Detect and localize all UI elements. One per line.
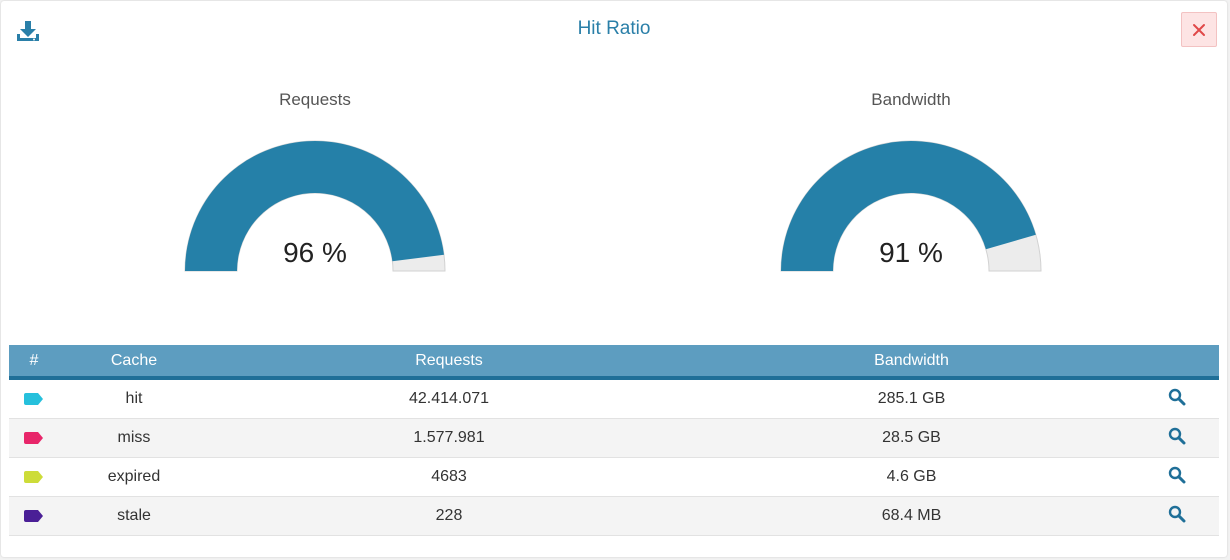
cache-color-tag bbox=[9, 378, 59, 419]
header-actions bbox=[1134, 345, 1219, 380]
search-icon[interactable] bbox=[1168, 505, 1186, 528]
modal-title: Hit Ratio bbox=[577, 18, 651, 39]
cache-color-tag bbox=[9, 418, 59, 458]
tag-icon bbox=[24, 393, 43, 405]
search-icon[interactable] bbox=[1168, 427, 1186, 450]
bandwidth-value: 4.6 GB bbox=[689, 457, 1134, 497]
requests-value: 4683 bbox=[209, 457, 689, 497]
table-row: stale 228 68.4 MB bbox=[9, 496, 1219, 536]
cache-name: miss bbox=[59, 418, 209, 458]
bandwidth-value: 285.1 GB bbox=[689, 378, 1134, 419]
search-icon[interactable] bbox=[1168, 388, 1186, 411]
table-header-row: # Cache Requests Bandwidth bbox=[9, 345, 1219, 380]
table-row: expired 4683 4.6 GB bbox=[9, 457, 1219, 497]
requests-value: 228 bbox=[209, 496, 689, 536]
row-action bbox=[1134, 496, 1219, 536]
row-action bbox=[1134, 457, 1219, 497]
header-requests: Requests bbox=[209, 345, 689, 380]
table-row: miss 1.577.981 28.5 GB bbox=[9, 418, 1219, 458]
close-icon bbox=[1193, 23, 1205, 36]
row-action bbox=[1134, 418, 1219, 458]
tag-icon bbox=[24, 432, 43, 444]
cache-name: expired bbox=[59, 457, 209, 497]
hit-ratio-modal: Hit Ratio Requests 96 % Bandwidth 91 % #… bbox=[1, 1, 1227, 557]
table-row: hit 42.414.071 285.1 GB bbox=[9, 378, 1219, 419]
bandwidth-gauge-value: 91 % bbox=[879, 237, 943, 268]
requests-gauge-value: 96 % bbox=[283, 237, 347, 268]
header-bandwidth: Bandwidth bbox=[689, 345, 1134, 380]
requests-value: 42.414.071 bbox=[209, 378, 689, 419]
close-button[interactable] bbox=[1181, 12, 1217, 47]
search-icon[interactable] bbox=[1168, 466, 1186, 489]
table-body: hit 42.414.071 285.1 GB miss 1.577.981 2… bbox=[9, 378, 1219, 536]
cache-name: hit bbox=[59, 378, 209, 419]
tag-icon bbox=[24, 510, 43, 522]
cache-table: # Cache Requests Bandwidth hit 42.414.07… bbox=[9, 345, 1219, 536]
cache-color-tag bbox=[9, 496, 59, 536]
header-cache: Cache bbox=[59, 345, 209, 380]
requests-gauge-label: Requests bbox=[279, 90, 351, 109]
requests-value: 1.577.981 bbox=[209, 418, 689, 458]
bandwidth-value: 28.5 GB bbox=[689, 418, 1134, 458]
header-num: # bbox=[9, 345, 59, 380]
bandwidth-gauge-label: Bandwidth bbox=[871, 90, 951, 109]
cache-color-tag bbox=[9, 457, 59, 497]
bandwidth-value: 68.4 MB bbox=[689, 496, 1134, 536]
tag-icon bbox=[24, 471, 43, 483]
cache-name: stale bbox=[59, 496, 209, 536]
row-action bbox=[1134, 378, 1219, 419]
